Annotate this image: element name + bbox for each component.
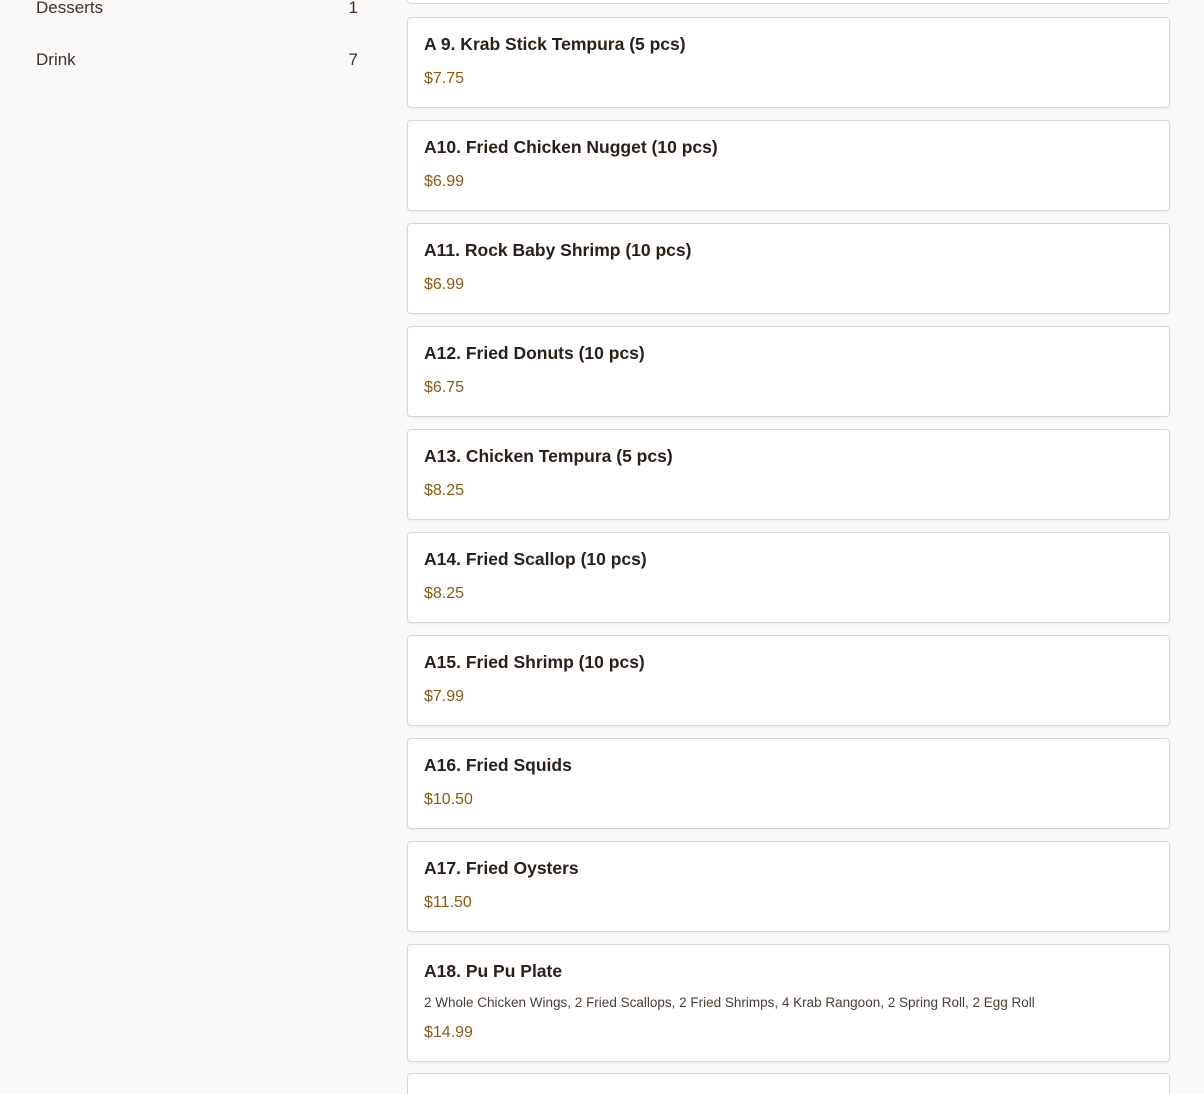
menu-item-card[interactable]: A17. Fried Oysters $11.50	[407, 841, 1170, 932]
page-scrollbar[interactable]	[1192, 0, 1204, 1094]
menu-item-name: A11. Rock Baby Shrimp (10 pcs)	[424, 240, 692, 260]
menu-item-name: A10. Fried Chicken Nugget (10 pcs)	[424, 137, 718, 157]
menu-item-price: $6.99	[424, 276, 465, 293]
menu-item-card[interactable]: A16. Fried Squids $10.50	[407, 738, 1170, 829]
menu-item-price: $8.25	[424, 482, 465, 499]
menu-item-price: $6.99	[424, 173, 465, 190]
menu-item-price: $6.75	[424, 379, 465, 396]
menu-item-name: A15. Fried Shrimp (10 pcs)	[424, 652, 645, 672]
menu-item-card-partial[interactable]	[407, 0, 1170, 4]
menu-item-card[interactable]: A12. Fried Donuts (10 pcs) $6.75	[407, 326, 1170, 417]
menu-item-name: A13. Chicken Tempura (5 pcs)	[424, 446, 673, 466]
menu-item-card[interactable]: A15. Fried Shrimp (10 pcs) $7.99	[407, 635, 1170, 726]
menu-item-name: A 9. Krab Stick Tempura (5 pcs)	[424, 34, 686, 54]
menu-item-price: $14.99	[424, 1024, 473, 1041]
menu-item-card[interactable]: A 9. Krab Stick Tempura (5 pcs) $7.75	[407, 17, 1170, 108]
menu-item-card[interactable]: A18. Pu Pu Plate 2 Whole Chicken Wings, …	[407, 944, 1170, 1062]
menu-item-name: A16. Fried Squids	[424, 755, 572, 775]
menu-item-price: $11.50	[424, 894, 472, 911]
menu-item-name: A12. Fried Donuts (10 pcs)	[424, 343, 645, 363]
menu-item-price: $10.50	[424, 791, 473, 808]
menu-item-card[interactable]: A10. Fried Chicken Nugget (10 pcs) $6.99	[407, 120, 1170, 211]
menu-item-name: A17. Fried Oysters	[424, 858, 579, 878]
menu-item-description: 2 Whole Chicken Wings, 2 Fried Scallops,…	[424, 995, 1035, 1010]
menu-item-card[interactable]: A11. Rock Baby Shrimp (10 pcs) $6.99	[407, 223, 1170, 314]
menu-item-card[interactable]: A14. Fried Scallop (10 pcs) $8.25	[407, 532, 1170, 623]
category-count: 7	[348, 50, 358, 69]
menu-item-price: $7.99	[424, 688, 465, 705]
page: Desserts 1 Drink 7 A 9. Krab Stick Tempu…	[0, 0, 1204, 1094]
category-count: 1	[348, 0, 358, 17]
category-item-desserts[interactable]: Desserts 1	[36, 0, 358, 20]
category-item-drink[interactable]: Drink 7	[36, 48, 358, 72]
menu-item-price: $7.75	[424, 70, 465, 87]
category-label: Drink	[36, 50, 76, 69]
menu-item-price: $8.25	[424, 585, 465, 602]
menu-item-card-partial[interactable]	[407, 1073, 1170, 1094]
menu-item-card[interactable]: A13. Chicken Tempura (5 pcs) $8.25	[407, 429, 1170, 520]
category-label: Desserts	[36, 0, 104, 17]
menu-item-name: A18. Pu Pu Plate	[424, 961, 563, 981]
menu-item-name: A14. Fried Scallop (10 pcs)	[424, 549, 647, 569]
